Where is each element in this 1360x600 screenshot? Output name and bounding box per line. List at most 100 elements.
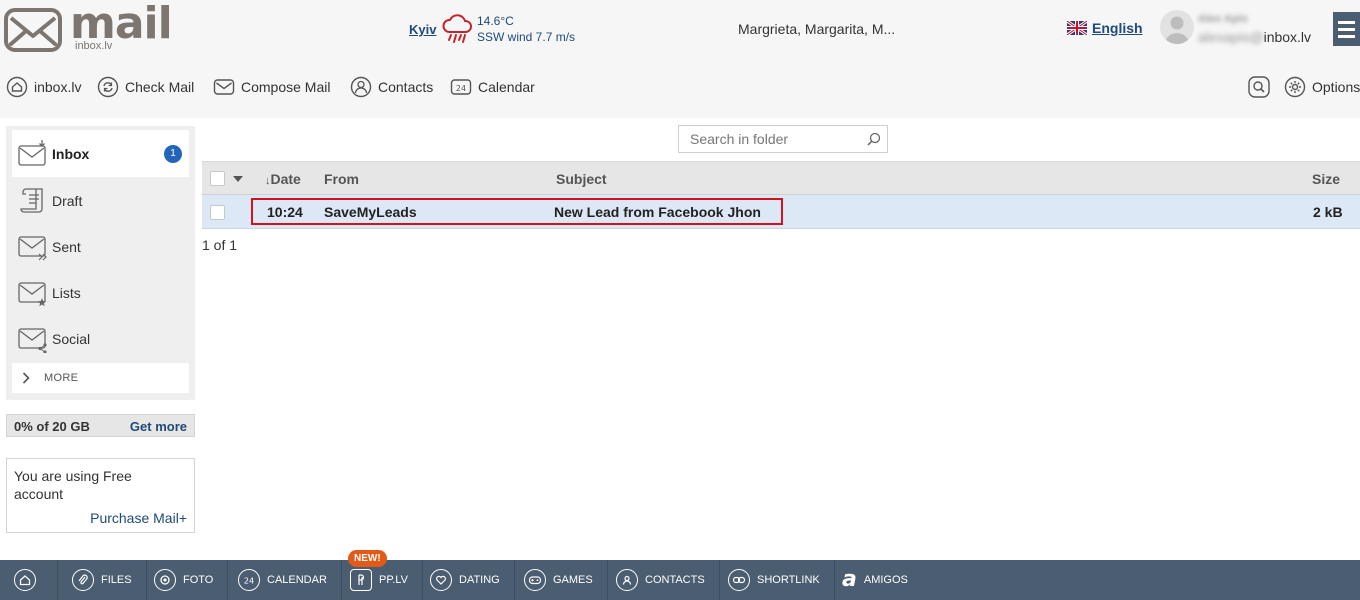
new-badge: NEW! [348,550,387,567]
folder-label: Social [52,331,91,347]
compose-mail-label: Compose Mail [241,79,331,95]
options-label: Options [1312,79,1360,95]
bottom-dating-button[interactable]: DATING [416,560,515,600]
chevron-right-icon [22,372,30,384]
column-size[interactable]: Size [1312,171,1340,187]
weather-city-link[interactable]: Kyiv [409,22,436,37]
bottom-pplv-label: PP.LV [379,574,408,586]
home-icon [14,569,36,591]
sent-icon [18,236,47,261]
contacts-button[interactable]: Contacts [350,76,433,98]
message-from: SaveMyLeads [324,204,417,220]
message-time: 10:24 [267,204,303,220]
weather-temperature: 14.6°C [477,14,514,28]
bottom-games-button[interactable]: GAMES [510,560,608,600]
options-button[interactable]: Options [1284,76,1360,98]
column-date[interactable]: ↓Date [265,171,301,187]
search-icon[interactable] [866,131,882,147]
gamepad-icon [524,569,546,591]
select-all-checkbox[interactable] [210,171,225,186]
name-days[interactable]: Margrieta, Margarita, M... [738,21,895,37]
bottom-shortlink-button[interactable]: SHORTLINK [714,560,835,600]
bottom-contacts-button[interactable]: CONTACTS [602,560,720,600]
weather-wind: SSW wind 7.7 m/s [477,30,576,44]
contacts-icon [350,76,372,98]
user-menu[interactable]: Alex Apis alexapis@inbox.lv [1160,10,1320,48]
heart-icon [430,569,452,591]
compose-mail-button[interactable]: Compose Mail [213,76,330,98]
account-info-box: You are using Free account Purchase Mail… [6,458,195,533]
folder-draft[interactable]: Draft [12,178,189,224]
bottom-foto-label: FOTO [183,574,214,586]
toolbar-home-label: inbox.lv [34,79,82,95]
more-folders-button[interactable]: MORE [12,363,189,393]
folder-inbox[interactable]: Inbox 1 [12,130,189,177]
toolbar-home-link[interactable]: inbox.lv [6,76,81,98]
bottom-dating-label: DATING [459,574,500,586]
more-label: MORE [44,372,79,384]
contacts-label: Contacts [378,79,434,95]
folder-sent[interactable]: Sent [12,224,189,270]
folder-social[interactable]: Social [12,316,189,362]
column-subject[interactable]: Subject [556,171,607,187]
search-input[interactable] [679,126,859,152]
pagination-info: 1 of 1 [202,237,238,253]
get-more-storage-link[interactable]: Get more [130,419,187,434]
check-mail-button[interactable]: Check Mail [97,76,194,98]
mail-logo[interactable]: mail inbox.lv [4,0,173,56]
bottom-contacts-label: CONTACTS [645,574,705,586]
contacts-icon [616,569,638,591]
hamburger-bar [1338,20,1355,24]
camera-aperture-icon [154,569,176,591]
pplv-icon [350,569,372,591]
rain-cloud-icon [442,14,472,43]
folder-label: Draft [52,193,83,209]
mail-toolbar: inbox.lv Check Mail Compose Mail Contact… [0,72,1360,102]
folder-search [678,125,888,153]
bottom-amigos-button[interactable]: a AMIGOS [828,560,922,600]
calendar-24-icon: 24 [238,569,260,591]
calendar-button[interactable]: 24 Calendar [450,76,535,98]
search-mail-button[interactable] [1248,76,1270,98]
lists-star-icon [18,282,47,307]
bottom-calendar-button[interactable]: 24 CALENDAR [224,560,342,600]
bottom-amigos-label: AMIGOS [863,574,908,586]
folder-sidebar: Inbox 1 Draft Sent Lists Social MORE [6,126,195,400]
column-from[interactable]: From [324,171,359,187]
language-switch[interactable]: English [1067,20,1143,36]
bottom-shortlink-label: SHORTLINK [757,574,820,586]
row-checkbox[interactable] [210,205,225,220]
user-email-domain: inbox.lv [1263,29,1312,45]
bottom-services-bar: FILES FOTO 24 CALENDAR PP.LV DATING GAME… [0,560,1360,600]
link-icon [728,569,750,591]
hamburger-bar [1338,27,1355,31]
message-subject: New Lead from Facebook Jhon [554,204,761,220]
bottom-foto-button[interactable]: FOTO [140,560,229,600]
bottom-home-button[interactable] [0,560,58,600]
table-row[interactable]: 10:24 SaveMyLeads New Lead from Facebook… [202,195,1360,229]
unread-badge: 1 [164,144,182,163]
folder-lists[interactable]: Lists [12,270,189,316]
paperclip-icon [72,569,94,591]
bottom-calendar-label: CALENDAR [267,574,327,586]
refresh-icon [97,76,119,98]
hamburger-menu-button[interactable] [1333,12,1360,46]
calendar-24-icon: 24 [450,79,472,95]
message-size: 2 kB [1313,204,1343,220]
free-account-text: You are using Free account [14,468,132,502]
home-icon [6,76,28,98]
envelope-icon [213,79,235,95]
gear-icon [1284,76,1306,98]
inbox-icon [18,139,46,166]
uk-flag-icon [1067,21,1087,35]
top-header: mail inbox.lv Kyiv 14.6°C SSW wind 7.7 m… [0,0,1360,118]
brand-subtitle: inbox.lv [75,40,113,52]
purchase-mail-plus-link[interactable]: Purchase Mail+ [90,510,187,526]
user-email-local: alexapis@ [1198,29,1264,45]
envelope-logo-icon [4,8,62,52]
bottom-files-button[interactable]: FILES [58,560,147,600]
message-list-header: ↓Date From Subject Size [202,161,1360,195]
hamburger-bar [1338,34,1355,38]
select-options-dropdown[interactable] [233,176,243,182]
draft-scroll-icon [20,188,43,213]
